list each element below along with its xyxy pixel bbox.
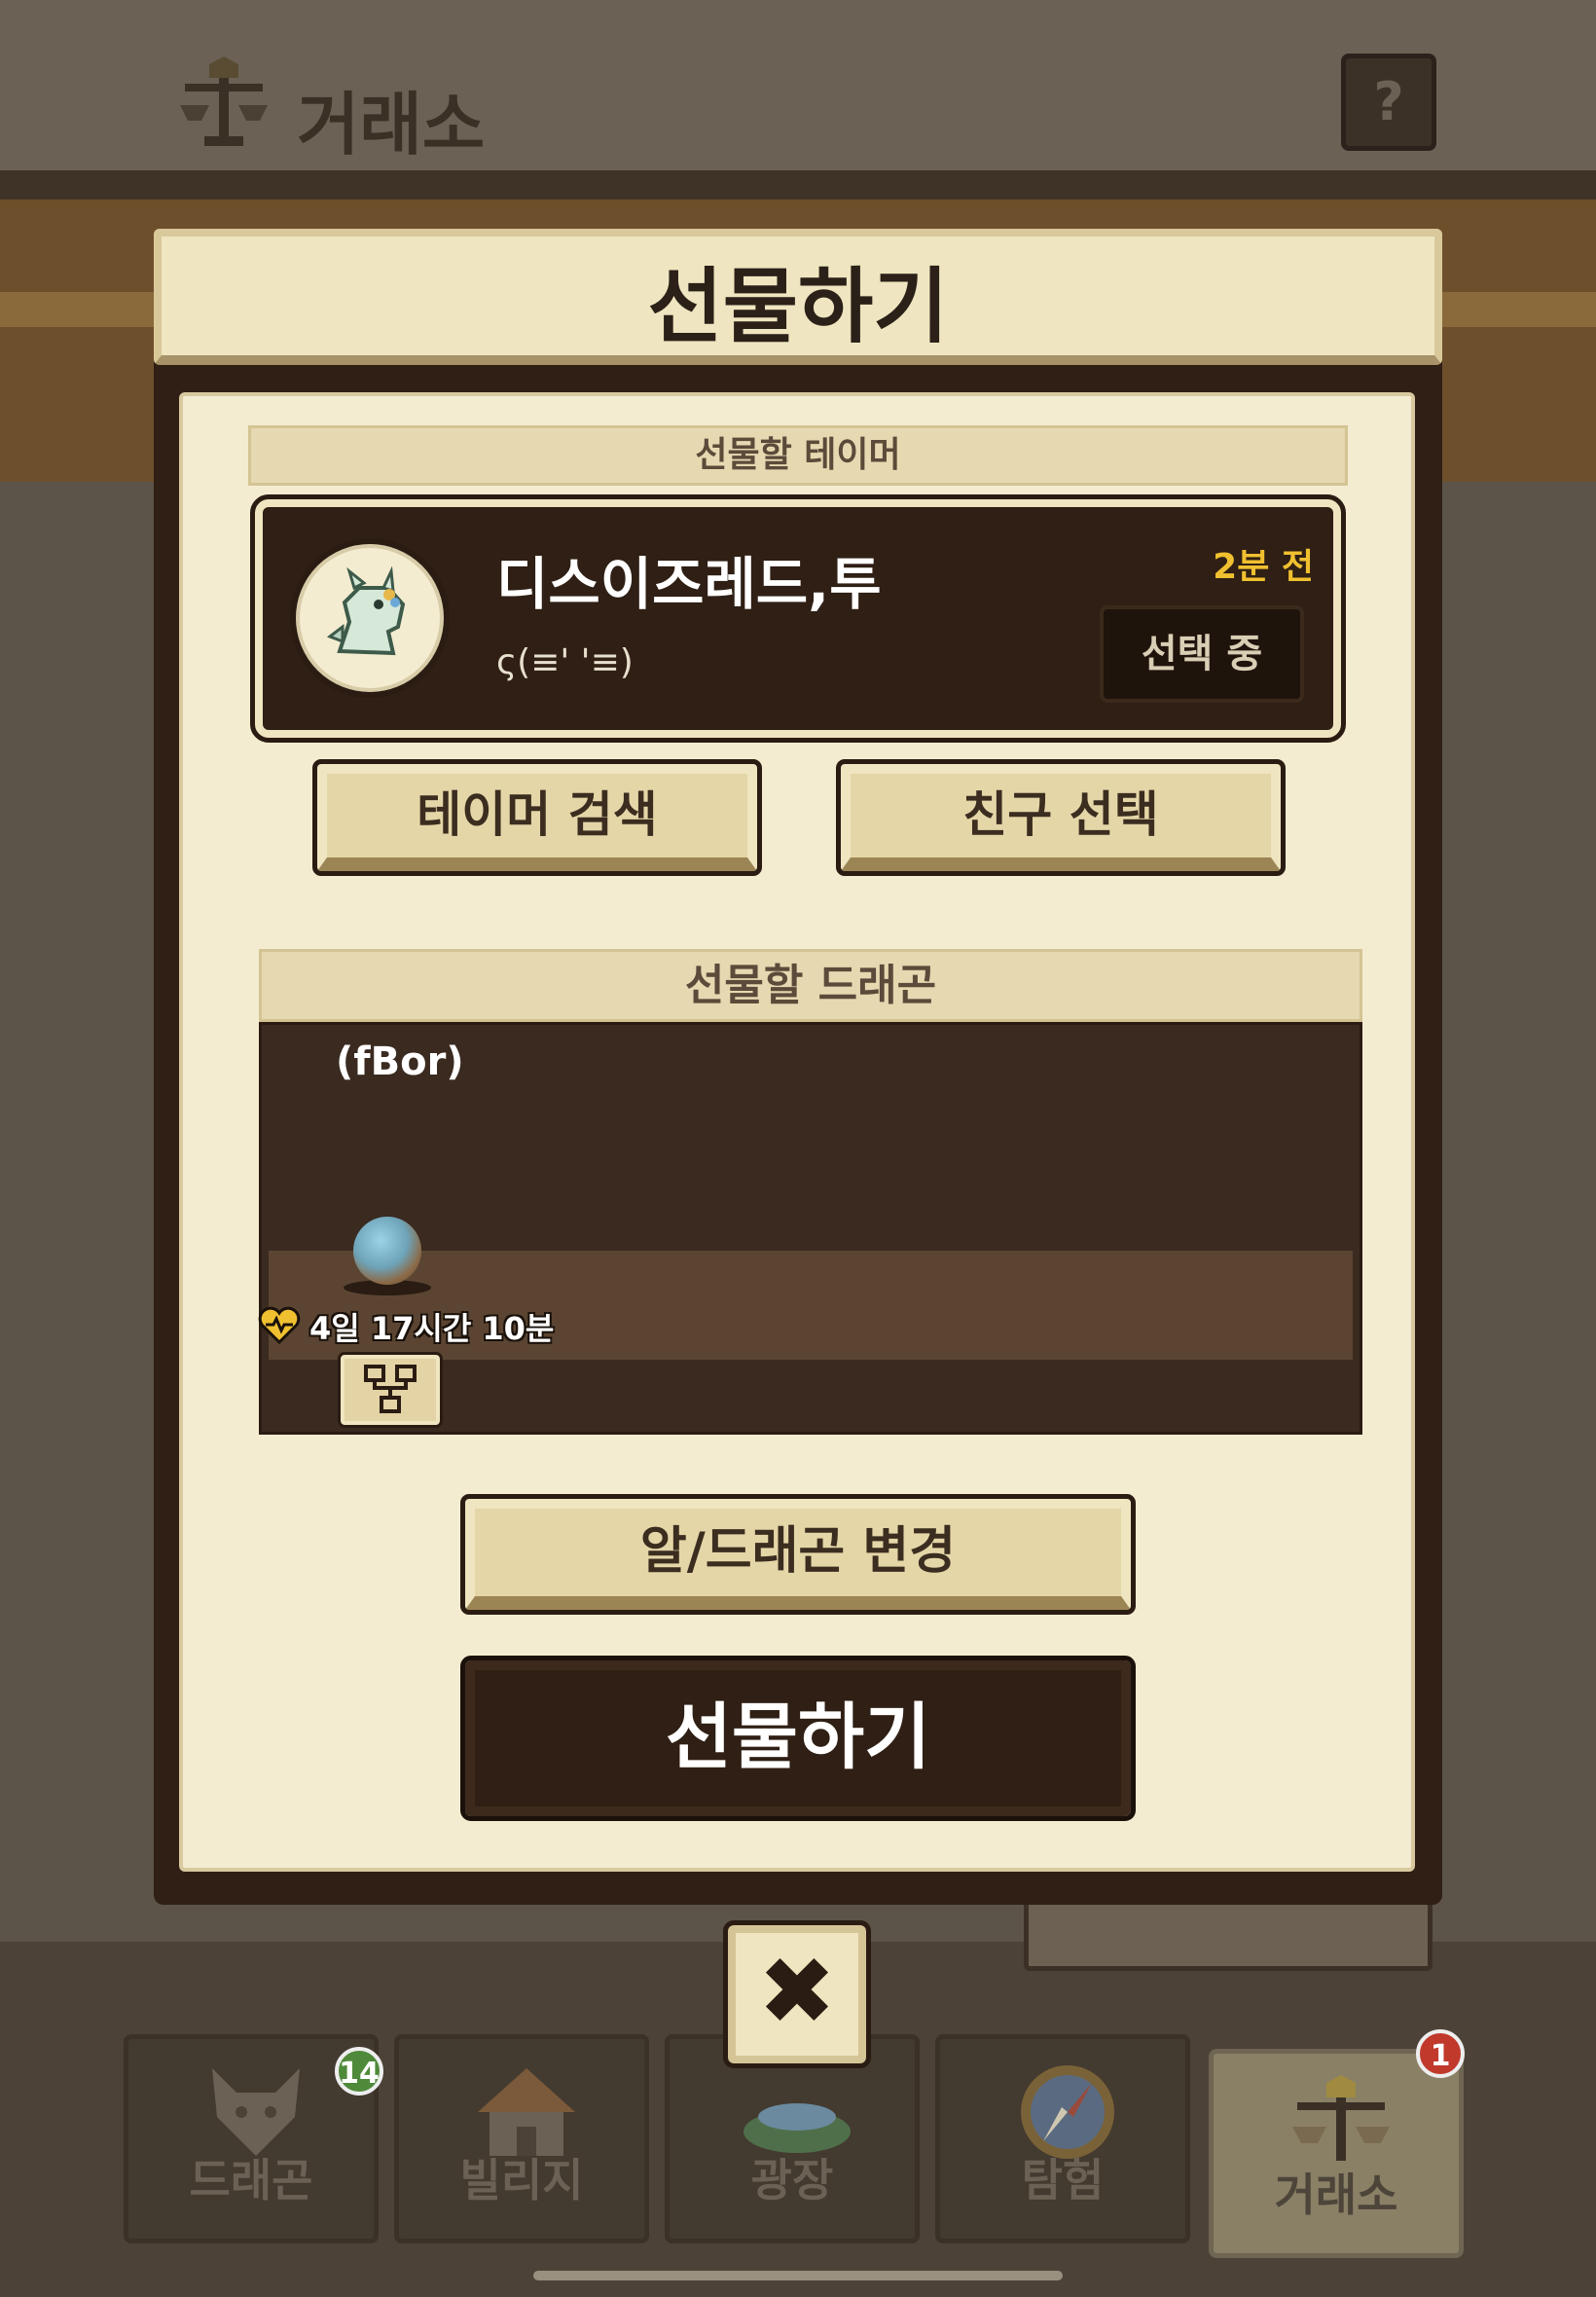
change-egg-dragon-button[interactable]: 알/드래곤 변경 [460, 1494, 1136, 1615]
family-tree-button[interactable] [338, 1352, 443, 1428]
selecting-badge: 선택 중 [1100, 605, 1304, 703]
dragon-section-label: 선물할 드래곤 [259, 949, 1362, 1022]
baby-dragon-avatar-icon [326, 565, 406, 656]
hatch-timer: 4일 17시간 10분 [309, 1310, 555, 1347]
nav-item-village[interactable]: 빌리지 [394, 2034, 649, 2243]
dialog-title: 선물하기 [647, 259, 949, 354]
nav-label: 거래소 [1274, 2169, 1398, 2221]
tamer-last-seen: 2분 전 [1213, 547, 1314, 587]
nav-item-explore[interactable]: 탐험 [935, 2034, 1190, 2243]
help-button[interactable]: ? [1341, 54, 1436, 151]
nav-badge-exchange: 1 [1416, 2029, 1465, 2078]
dragon-tag: (fBor) [336, 1039, 464, 1084]
nav-label: 탐험 [1021, 2154, 1105, 2206]
close-icon: ✖ [757, 1937, 837, 2046]
nav-item-exchange[interactable]: 1 거래소 [1209, 2029, 1465, 2258]
tamer-avatar [290, 538, 450, 698]
close-button[interactable]: ✖ [723, 1920, 871, 2068]
nav-label: 빌리지 [459, 2154, 584, 2206]
friend-select-button[interactable]: 친구 선택 [836, 759, 1286, 876]
nav-label: 드래곤 [189, 2154, 313, 2206]
header-divider [0, 170, 1596, 200]
home-indicator [533, 2271, 1063, 2280]
tamer-status-message: ς(≡' '≡) [496, 642, 634, 682]
tamer-section-label: 선물할 테이머 [248, 425, 1348, 486]
egg-icon[interactable] [353, 1217, 421, 1285]
nav-item-dragon[interactable]: 14 드래곤 [124, 2034, 383, 2243]
gift-submit-button[interactable]: 선물하기 [460, 1656, 1136, 1821]
scale-logo-icon [180, 56, 268, 146]
nav-badge-dragon: 14 [335, 2047, 383, 2096]
nav-label: 광장 [750, 2154, 834, 2206]
heartbeat-icon [258, 1306, 301, 1344]
tamer-name: 디스이즈레드,투 [496, 551, 882, 617]
page-title: 거래소 [297, 85, 486, 164]
nav-item-plaza[interactable]: 광장 [665, 2034, 920, 2243]
family-tree-icon [364, 1365, 417, 1413]
tamer-search-button[interactable]: 테이머 검색 [312, 759, 762, 876]
